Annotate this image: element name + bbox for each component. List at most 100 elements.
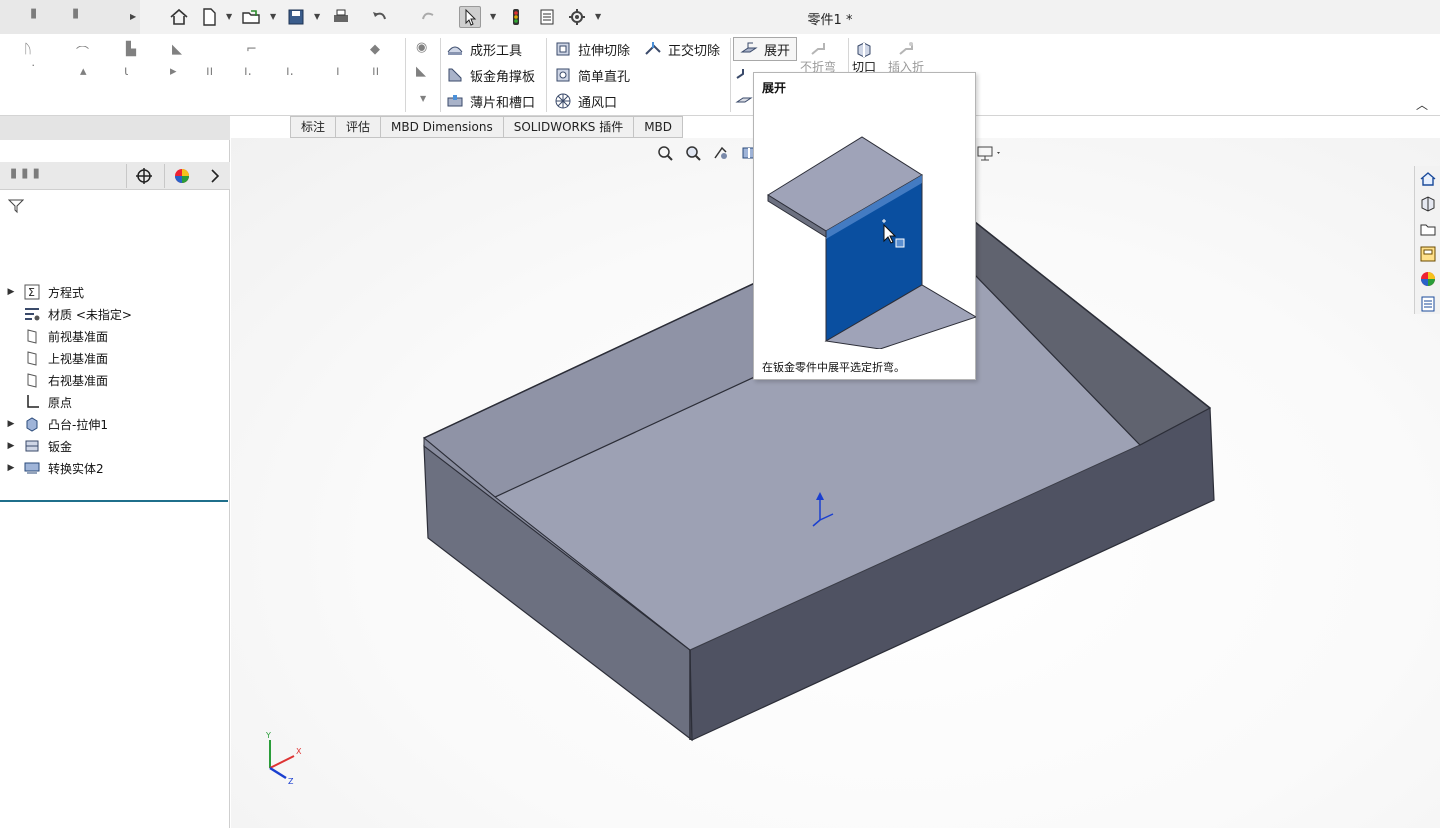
tree-item-convert-solid2[interactable]: ▶ 转换实体2: [0, 457, 228, 479]
tree-item-label: 凸台-拉伸1: [48, 417, 108, 432]
fold-button[interactable]: [735, 64, 753, 86]
unfold-illustration: [767, 136, 976, 349]
print-icon[interactable]: [330, 6, 352, 28]
insert-bends-icon: [897, 40, 915, 58]
convert-solid-icon: [22, 459, 42, 477]
display-settings-icon[interactable]: [976, 145, 1002, 166]
home-icon[interactable]: [168, 6, 190, 28]
ribbon-separator: [440, 38, 441, 112]
normal-cut-button[interactable]: 正交切除: [644, 38, 720, 60]
blurred-tab-strip[interactable]: [0, 116, 230, 140]
menu-expand-icon[interactable]: ▶: [130, 12, 138, 21]
extruded-cut-label: 拉伸切除: [578, 43, 631, 59]
file-explorer-icon[interactable]: [1416, 217, 1440, 241]
reference-triad[interactable]: Y X Z: [258, 730, 308, 785]
gusset-label: 钣金角撑板: [470, 69, 536, 85]
tab-mbd-dimensions[interactable]: MBD Dimensions: [381, 116, 504, 138]
open-folder-icon[interactable]: [240, 6, 262, 28]
select-dropdown-icon[interactable]: ▼: [490, 12, 498, 21]
tab-evaluate[interactable]: 评估: [336, 116, 382, 138]
design-library-icon[interactable]: [1416, 192, 1440, 216]
equation-icon: Σ: [22, 283, 42, 301]
tree-item-label: 转换实体2: [48, 461, 104, 476]
save-icon[interactable]: [285, 6, 307, 28]
expand-arrow-icon[interactable]: ▶: [0, 419, 22, 429]
custom-properties-icon[interactable]: [1416, 292, 1440, 316]
expand-arrow-icon[interactable]: ▶: [0, 287, 22, 297]
expand-arrow-icon[interactable]: ▶: [0, 441, 22, 451]
rollback-bar[interactable]: [0, 500, 228, 502]
tree-item-label: 方程式: [48, 285, 85, 300]
normal-cut-label: 正交切除: [668, 43, 721, 59]
tab-mbd[interactable]: MBD: [634, 116, 684, 138]
plane-icon: [22, 327, 42, 345]
select-arrow-icon[interactable]: [459, 6, 481, 28]
ribbon-small-icon[interactable]: ◉: [416, 40, 427, 55]
manager-tabs-bar: ▮ ▮ ▮: [0, 162, 230, 190]
tree-item-material[interactable]: 材质 <未指定>: [0, 303, 228, 325]
zoom-to-fit-icon[interactable]: [655, 143, 675, 163]
vent-label: 通风口: [578, 95, 618, 111]
tree-item-right-plane[interactable]: 右视基准面: [0, 369, 228, 391]
simple-hole-button[interactable]: 简单直孔: [554, 64, 630, 86]
unfold-tooltip: 展开 在钣金零件中展平选定折弯。: [753, 72, 976, 380]
unfold-button[interactable]: 展开: [733, 37, 798, 61]
tree-item-label: 钣金: [48, 439, 73, 454]
ribbon-separator: [848, 38, 849, 74]
fold-icon: [735, 66, 753, 84]
ribbon-separator: [730, 38, 731, 112]
display-manager-icon[interactable]: [164, 164, 198, 188]
new-document-icon[interactable]: [198, 6, 220, 28]
new-dropdown-icon[interactable]: ▼: [226, 12, 234, 21]
tree-item-label: 材质 <未指定>: [48, 307, 132, 322]
tree-item-front-plane[interactable]: 前视基准面: [0, 325, 228, 347]
blurred-manager-tab[interactable]: ▮ ▮ ▮: [10, 166, 40, 181]
filter-icon[interactable]: [7, 198, 25, 217]
extruded-cut-button[interactable]: 拉伸切除: [554, 38, 630, 60]
options-gear-icon[interactable]: [566, 6, 588, 28]
traffic-light-icon[interactable]: [505, 6, 527, 28]
tree-item-equations[interactable]: ▶ Σ 方程式: [0, 281, 228, 303]
redo-icon[interactable]: [418, 6, 440, 28]
expand-arrow-icon[interactable]: ▶: [0, 463, 22, 473]
tab-annotation[interactable]: 标注: [290, 116, 337, 138]
plane-icon: [22, 349, 42, 367]
ribbon-separator: [546, 38, 547, 112]
save-dropdown-icon[interactable]: ▼: [314, 12, 322, 21]
tab-solidworks-addins[interactable]: SOLIDWORKS 插件: [503, 116, 635, 138]
forming-tool-button[interactable]: 成形工具: [446, 38, 522, 60]
view-palette-icon[interactable]: [1416, 242, 1440, 266]
forming-tool-icon: [446, 40, 464, 58]
ribbon-small-icon[interactable]: ◣: [416, 64, 426, 79]
tree-item-boss-extrude1[interactable]: ▶ 凸台-拉伸1: [0, 413, 228, 435]
tab-slot-icon: [446, 92, 464, 110]
dimxpert-manager-icon[interactable]: [126, 164, 160, 188]
previous-view-icon[interactable]: [711, 143, 731, 163]
undo-icon[interactable]: [368, 6, 390, 28]
tooltip-title: 展开: [762, 81, 787, 95]
chevron-right-icon[interactable]: [198, 164, 232, 188]
unfold-label: 展开: [764, 43, 791, 59]
collapse-ribbon-icon[interactable]: ︿: [1416, 96, 1428, 113]
solidworks-resources-icon[interactable]: [1416, 167, 1440, 191]
ribbon-more-dropdown-icon[interactable]: ▼: [420, 94, 426, 103]
options-dropdown-icon[interactable]: ▼: [595, 12, 603, 21]
gusset-button[interactable]: 钣金角撑板: [446, 64, 535, 86]
vent-button[interactable]: 通风口: [554, 90, 617, 112]
tree-item-origin[interactable]: 原点: [0, 391, 228, 413]
zoom-to-area-icon[interactable]: [683, 143, 703, 163]
tree-item-label: 右视基准面: [48, 373, 109, 388]
flatten-button[interactable]: [735, 90, 753, 112]
menu-area-blurred[interactable]: [0, 0, 140, 34]
simple-hole-label: 简单直孔: [578, 69, 631, 85]
simple-hole-icon: [554, 66, 572, 84]
appearances-icon[interactable]: [1416, 267, 1440, 291]
flatten-icon: [735, 92, 753, 110]
tree-item-top-plane[interactable]: 上视基准面: [0, 347, 228, 369]
ribbon-separator: [405, 38, 406, 112]
triad-z-label: Z: [288, 777, 294, 785]
tab-slot-button[interactable]: 薄片和槽口: [446, 90, 535, 112]
file-properties-icon[interactable]: [536, 6, 558, 28]
open-dropdown-icon[interactable]: ▼: [270, 12, 278, 21]
tree-item-sheet-metal[interactable]: ▶ 钣金: [0, 435, 228, 457]
